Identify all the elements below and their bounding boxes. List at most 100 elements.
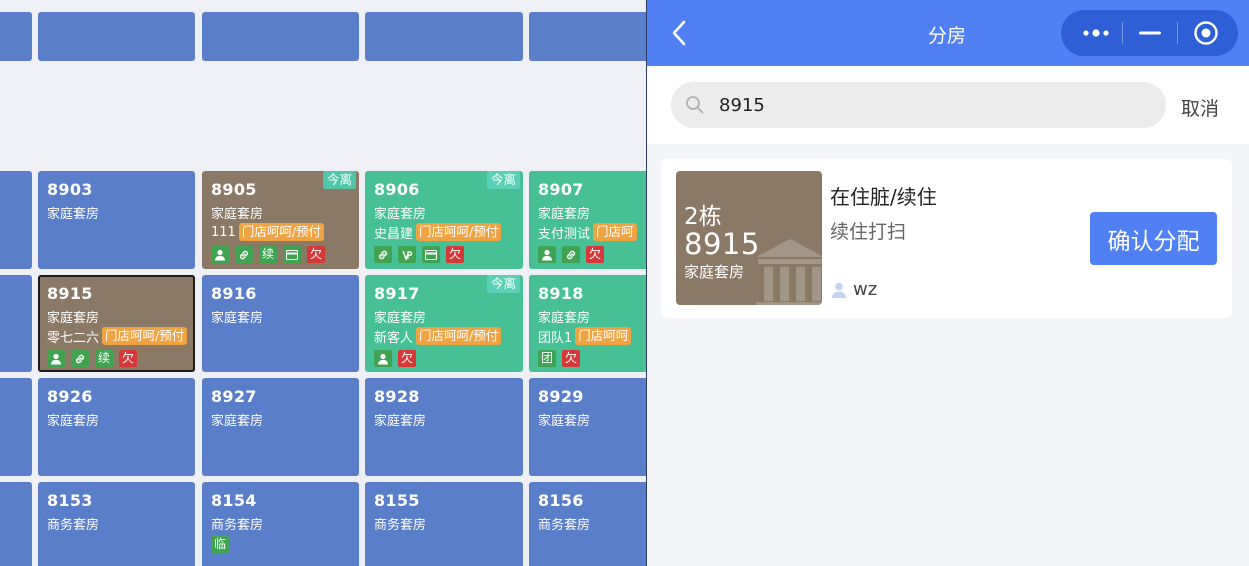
- more-button[interactable]: [1069, 10, 1123, 56]
- confirm-assign-button[interactable]: 确认分配: [1090, 212, 1217, 265]
- room-number: 8917: [374, 284, 420, 303]
- order-source-tag: 门店呵呵: [575, 327, 632, 345]
- status-icons: 欠: [538, 246, 604, 263]
- nav-bar: 分房: [647, 0, 1249, 66]
- minimize-button[interactable]: [1123, 10, 1177, 56]
- link-icon: [562, 246, 580, 263]
- guest-name: 团队1: [538, 330, 573, 346]
- order-source-tag: 门店呵呵/预付: [416, 223, 502, 241]
- room-result-card[interactable]: 2栋 8915 家庭套房 在住脏/续住 续住打扫 wz 确认分配: [661, 159, 1232, 318]
- status-icons: 欠: [374, 350, 416, 367]
- room-number: 8929: [538, 387, 584, 406]
- vip-icon: [398, 246, 416, 263]
- room-tile[interactable]: [529, 12, 646, 61]
- order-source-tag: 门店呵: [593, 223, 637, 241]
- room-type: 家庭套房: [374, 311, 427, 326]
- status-icons: 续 欠: [211, 246, 325, 263]
- room-tile[interactable]: [38, 12, 195, 61]
- arrears-icon: 欠: [398, 350, 416, 367]
- guest-name: 零七二六: [47, 330, 100, 346]
- guest-icon: [374, 350, 392, 367]
- search-input[interactable]: [719, 82, 1139, 128]
- guest-line: 团队1 门店呵呵: [538, 327, 632, 346]
- guest-icon: [211, 246, 229, 263]
- status-icons: 续 欠: [47, 350, 137, 367]
- room-number: 8155: [374, 491, 420, 510]
- room-tile-8906[interactable]: 今离 8906 家庭套房 史昌建 门店呵呵/预付 欠: [365, 171, 523, 269]
- minus-icon: [1139, 31, 1161, 35]
- room-tile-8156[interactable]: 8156 商务套房: [529, 482, 646, 566]
- room-tile-8905[interactable]: 今离 8905 家庭套房 111 门店呵呵/预付 续 欠: [202, 171, 359, 269]
- room-number: 8915: [684, 227, 760, 261]
- card-icon: [422, 246, 440, 263]
- room-tile-8917[interactable]: 今离 8917 家庭套房 新客人 门店呵呵/预付 欠: [365, 275, 523, 372]
- room-type: 家庭套房: [538, 414, 591, 429]
- status-icons: 团 欠: [538, 350, 580, 367]
- room-tile[interactable]: [202, 12, 359, 61]
- room-number: 8906: [374, 180, 420, 199]
- room-type: 家庭套房: [684, 263, 745, 281]
- room-tile[interactable]: [0, 378, 32, 476]
- guest-line: 史昌建 门店呵呵/预付: [374, 223, 502, 242]
- more-dots-icon: [1083, 29, 1109, 37]
- status-icons: 欠: [374, 246, 464, 263]
- arrears-icon: 欠: [119, 350, 137, 367]
- room-type: 家庭套房: [211, 207, 264, 222]
- group-icon: 团: [538, 350, 556, 367]
- room-tile-8155[interactable]: 8155 商务套房: [365, 482, 523, 566]
- order-source-tag: 门店呵呵/预付: [416, 327, 502, 345]
- cancel-button[interactable]: 取消: [1181, 94, 1219, 121]
- room-number: 8153: [47, 491, 93, 510]
- guest-name: 史昌建: [374, 226, 414, 242]
- room-number: 8927: [211, 387, 257, 406]
- room-type: 家庭套房: [374, 414, 427, 429]
- room-tile-8903[interactable]: 8903 家庭套房: [38, 171, 195, 269]
- room-type: 商务套房: [211, 518, 264, 533]
- arrears-icon: 欠: [562, 350, 580, 367]
- room-tile[interactable]: [365, 12, 523, 61]
- building-label: 2栋: [684, 204, 722, 230]
- room-number: 8926: [47, 387, 93, 406]
- room-tile[interactable]: [0, 12, 32, 61]
- room-type: 商务套房: [374, 518, 427, 533]
- room-tile-8927[interactable]: 8927 家庭套房: [202, 378, 359, 476]
- arrears-icon: 欠: [307, 246, 325, 263]
- room-tile-8907[interactable]: 8907 家庭套房 支付测试 门店呵 欠: [529, 171, 646, 269]
- room-number: 8918: [538, 284, 584, 303]
- room-number: 8916: [211, 284, 257, 303]
- search-icon: [686, 96, 704, 114]
- guest-name: 支付测试: [538, 226, 591, 242]
- link-icon: [374, 246, 392, 263]
- room-tile-8926[interactable]: 8926 家庭套房: [38, 378, 195, 476]
- room-tile[interactable]: [0, 171, 32, 269]
- room-number: 8156: [538, 491, 584, 510]
- room-tile-8915[interactable]: 8915 家庭套房 零七二六 门店呵呵/预付 续 欠: [38, 275, 195, 372]
- room-tile-8916[interactable]: 8916 家庭套房: [202, 275, 359, 372]
- room-tile-8153[interactable]: 8153 商务套房: [38, 482, 195, 566]
- room-type: 家庭套房: [374, 207, 427, 222]
- close-button[interactable]: [1178, 10, 1234, 56]
- link-icon: [71, 350, 89, 367]
- room-tile-8154[interactable]: 8154 商务套房 临: [202, 482, 359, 566]
- user-icon: [832, 282, 846, 298]
- order-source-tag: 门店呵呵/预付: [238, 223, 325, 241]
- room-tile-8918[interactable]: 8918 家庭套房 团队1 门店呵呵 团 欠: [529, 275, 646, 372]
- arrears-icon: 欠: [586, 246, 604, 263]
- room-tile[interactable]: [0, 275, 32, 372]
- arrears-icon: 欠: [446, 246, 464, 263]
- room-thumbnail: 2栋 8915 家庭套房: [676, 171, 822, 305]
- room-number: 8903: [47, 180, 93, 199]
- room-tile-8928[interactable]: 8928 家庭套房: [365, 378, 523, 476]
- room-number: 8154: [211, 491, 257, 510]
- guest-name: 新客人: [374, 330, 414, 346]
- link-icon: [235, 246, 253, 263]
- room-tile-8929[interactable]: 8929 家庭套房: [529, 378, 646, 476]
- search-box[interactable]: [671, 82, 1166, 128]
- search-bar: 取消: [647, 66, 1249, 144]
- target-close-icon: [1194, 21, 1218, 45]
- temporary-icon: 临: [211, 536, 229, 553]
- checkout-today-badge: 今离: [486, 275, 520, 293]
- room-tile[interactable]: [0, 482, 32, 566]
- renew-icon: 续: [95, 350, 113, 367]
- guest-icon: [47, 350, 65, 367]
